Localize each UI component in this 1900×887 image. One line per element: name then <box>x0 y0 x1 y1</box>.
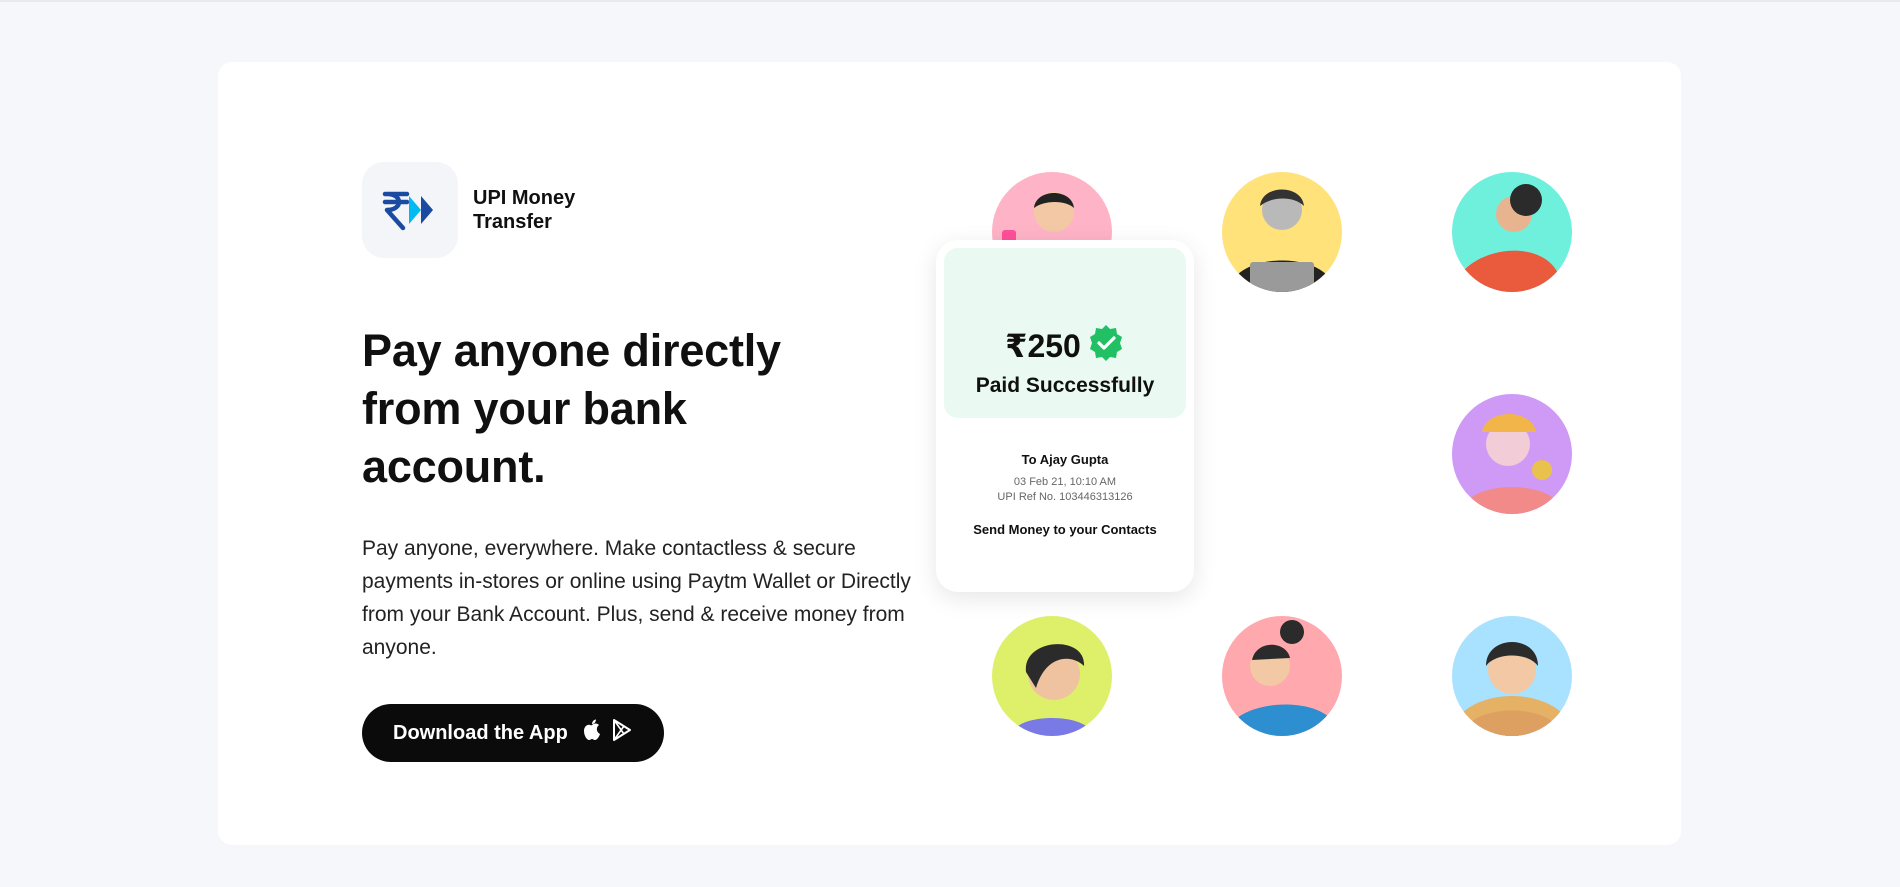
send-money-caption: Send Money to your Contacts <box>973 522 1157 537</box>
apple-icon <box>582 719 602 747</box>
product-badge: UPI Money Transfer <box>362 162 962 258</box>
hero-headline: Pay anyone directly from your bank accou… <box>362 325 781 492</box>
avatar-user-hair <box>992 616 1112 736</box>
recipient-name: To Ajay Gupta <box>1021 452 1109 467</box>
download-app-button[interactable]: Download the App <box>362 704 664 762</box>
avatar-user-friendly <box>1452 616 1572 736</box>
receipt-ref: UPI Ref No. 103446313126 <box>997 491 1133 503</box>
verified-check-icon <box>1087 324 1125 367</box>
top-divider <box>0 0 1900 2</box>
avatar-user-smile <box>1222 616 1342 736</box>
avatar-user-laptop <box>1222 172 1342 292</box>
receipt-meta: 03 Feb 21, 10:10 AM UPI Ref No. 10344631… <box>936 475 1194 505</box>
download-app-label: Download the App <box>393 721 568 744</box>
receipt-datetime: 03 Feb 21, 10:10 AM <box>1013 476 1117 488</box>
product-name: UPI Money Transfer <box>473 187 576 233</box>
payment-receipt-card: ₹250 Paid Successfully To Ajay Gupta 03 … <box>936 240 1194 592</box>
avatar-user-cap <box>1452 394 1572 514</box>
hero-description: Pay anyone, everywhere. Make contactless… <box>362 537 911 659</box>
rupee-arrow-icon <box>362 162 458 258</box>
amount-row: ₹250 <box>944 324 1186 367</box>
hero-left: UPI Money Transfer Pay anyone directly f… <box>362 162 962 762</box>
payment-status: Paid Successfully <box>975 374 1155 397</box>
avatar-user-back <box>1452 172 1572 292</box>
payment-amount: ₹250 <box>1005 327 1081 364</box>
receipt-status-panel: ₹250 Paid Successfully <box>944 248 1186 418</box>
play-store-icon <box>612 719 632 747</box>
